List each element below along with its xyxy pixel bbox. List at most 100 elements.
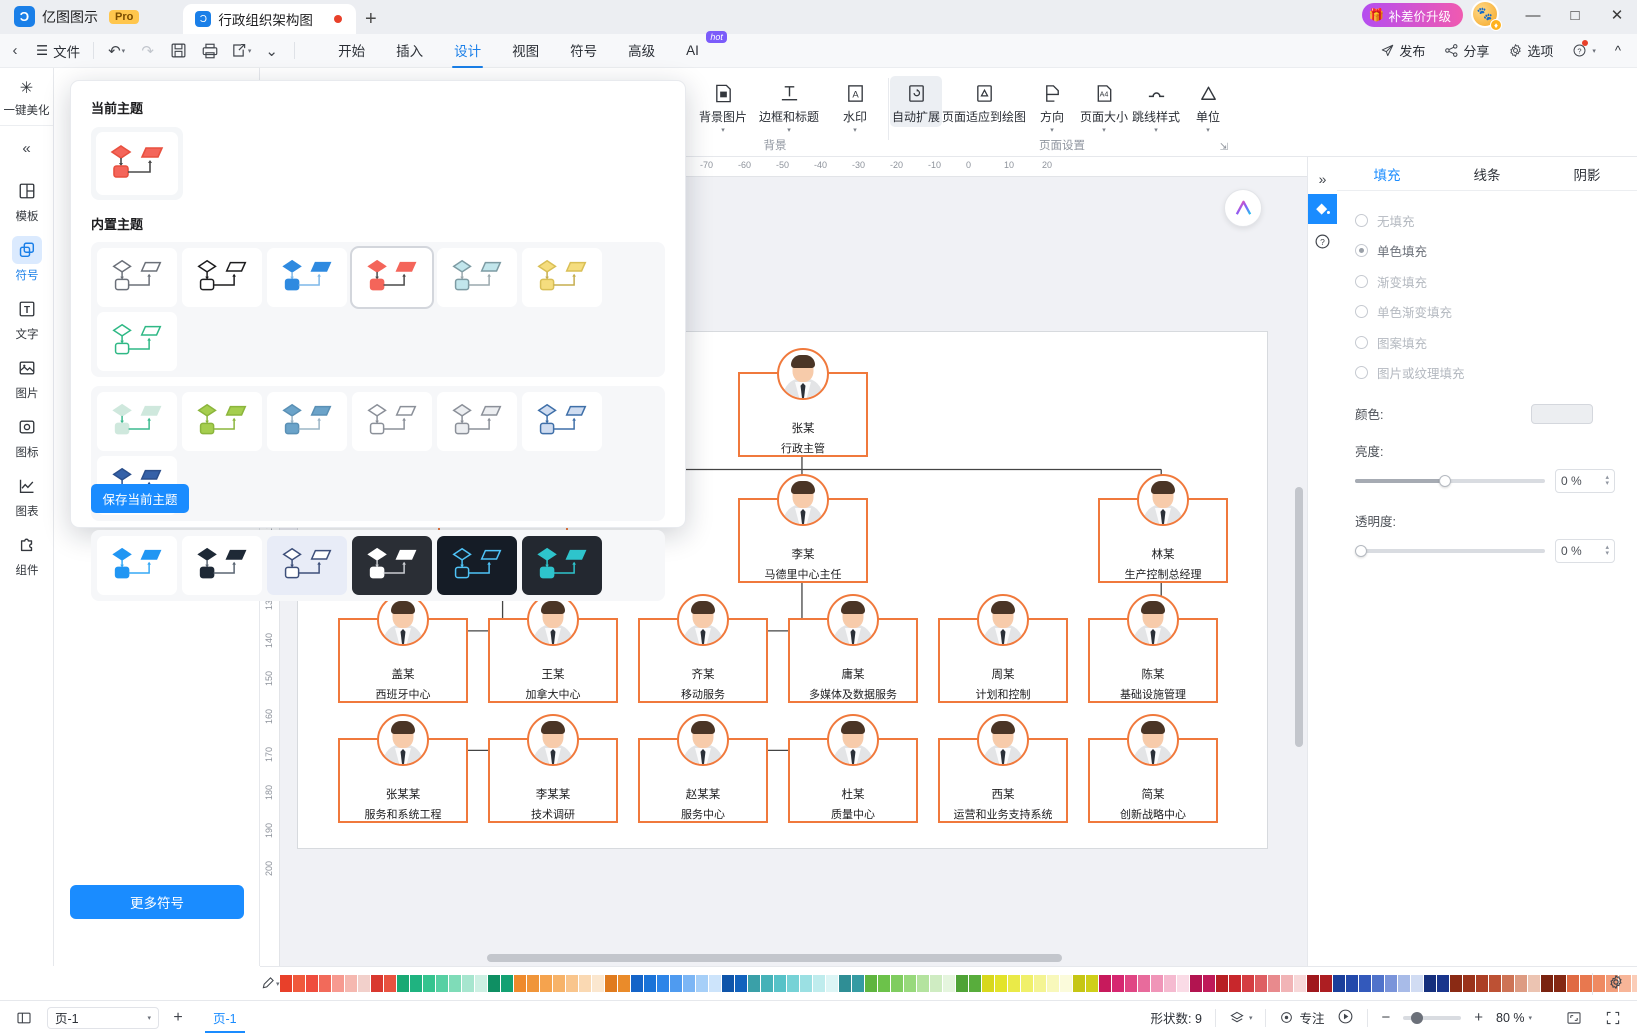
org-node[interactable]: 李某某 技术调研	[488, 714, 618, 823]
org-node[interactable]: 林某 生产控制总经理	[1098, 474, 1228, 583]
theme-option-steel-blue[interactable]	[267, 392, 347, 451]
color-swatch[interactable]	[1267, 975, 1280, 992]
color-swatch[interactable]	[565, 975, 578, 992]
opacity-stepper[interactable]: 0 % ▴ ▾	[1555, 539, 1615, 563]
sidebar-item-image[interactable]: 图片	[0, 347, 54, 406]
color-swatch[interactable]	[1241, 975, 1254, 992]
theme-option-dark-white[interactable]	[352, 536, 432, 595]
org-node[interactable]: 张某某 服务和系统工程	[338, 714, 468, 823]
color-swatch[interactable]	[305, 975, 318, 992]
sidebar-item-template[interactable]: 模板	[0, 170, 54, 229]
tab-start[interactable]: 开始	[324, 33, 379, 68]
color-swatch[interactable]	[1540, 975, 1553, 992]
color-swatch[interactable]	[500, 975, 513, 992]
color-swatch[interactable]	[487, 975, 500, 992]
color-swatch[interactable]	[682, 975, 695, 992]
page-tab-1[interactable]: 页-1	[205, 1003, 245, 1033]
ribbon-item-unit[interactable]: 单位 ▾	[1182, 76, 1234, 135]
document-tab[interactable]: Ɔ 行政组织架构图	[183, 4, 356, 34]
zoom-value-dropdown[interactable]: 80 % ▾	[1496, 1011, 1548, 1025]
upgrade-button[interactable]: 🎁 补差价升级	[1361, 3, 1463, 27]
color-swatch[interactable]	[552, 975, 565, 992]
color-swatch[interactable]	[1137, 975, 1150, 992]
color-swatch[interactable]	[968, 975, 981, 992]
canvas-vertical-scrollbar[interactable]	[1295, 487, 1303, 747]
color-swatch[interactable]	[1072, 975, 1085, 992]
ribbon-item-jump-line-style[interactable]: 跳线样式 ▾	[1130, 76, 1182, 135]
color-swatch[interactable]	[331, 975, 344, 992]
color-swatch[interactable]	[448, 975, 461, 992]
color-swatch[interactable]	[1514, 975, 1527, 992]
tab-insert[interactable]: 插入	[382, 33, 437, 68]
theme-option-white-outline[interactable]	[97, 248, 177, 307]
color-swatch[interactable]	[1345, 975, 1358, 992]
close-button[interactable]: ✕	[1597, 0, 1637, 30]
color-swatch[interactable]	[292, 975, 305, 992]
theme-option-outline-indigo[interactable]	[267, 536, 347, 595]
maximize-button[interactable]: □	[1555, 0, 1595, 30]
ribbon-item-page-size[interactable]: A4 页面大小 ▾	[1078, 76, 1130, 135]
color-swatch[interactable]	[578, 975, 591, 992]
ribbon-item-fit-page-to-drawing[interactable]: 页面适应到绘图	[942, 76, 1026, 127]
color-swatch[interactable]	[747, 975, 760, 992]
color-swatch[interactable]	[825, 975, 838, 992]
color-swatch[interactable]	[461, 975, 474, 992]
color-swatch[interactable]	[1592, 975, 1605, 992]
focus-mode-button[interactable]: 专注	[1279, 1008, 1324, 1027]
color-swatch[interactable]	[1384, 975, 1397, 992]
redo-button[interactable]: ↷	[132, 37, 163, 65]
theme-option-mint[interactable]	[97, 392, 177, 451]
color-swatch[interactable]	[539, 975, 552, 992]
org-node[interactable]: 赵某某 服务中心	[638, 714, 768, 823]
color-swatch[interactable]	[656, 975, 669, 992]
publish-button[interactable]: 发布	[1372, 37, 1433, 64]
color-swatch[interactable]	[344, 975, 357, 992]
theme-option-lime[interactable]	[182, 392, 262, 451]
color-swatch[interactable]	[1319, 975, 1332, 992]
fill-option-pattern[interactable]: 图案填充	[1355, 327, 1615, 358]
sidebar-item-text[interactable]: T 文字	[0, 288, 54, 347]
ribbon-item-watermark[interactable]: A 水印 ▾	[822, 76, 888, 135]
color-swatch[interactable]	[994, 975, 1007, 992]
print-button[interactable]	[194, 37, 225, 65]
layers-button[interactable]: ▾	[1229, 1010, 1252, 1026]
color-swatch[interactable]	[526, 975, 539, 992]
color-swatch[interactable]	[1176, 975, 1189, 992]
fullscreen-button[interactable]	[1600, 1005, 1626, 1031]
org-node[interactable]: 齐某 移动服务	[638, 594, 768, 703]
color-swatch[interactable]	[734, 975, 747, 992]
zoom-slider-knob[interactable]	[1411, 1011, 1424, 1024]
layout-view-icon[interactable]	[11, 1005, 37, 1031]
save-button[interactable]	[163, 37, 194, 65]
opacity-slider[interactable]	[1355, 545, 1545, 557]
options-button[interactable]: 选项	[1500, 37, 1561, 64]
color-swatch[interactable]	[370, 975, 383, 992]
sidebar-item-symbol[interactable]: 符号	[0, 229, 54, 288]
color-swatch[interactable]	[773, 975, 786, 992]
color-swatch[interactable]	[1033, 975, 1046, 992]
color-swatch[interactable]	[1358, 975, 1371, 992]
color-swatch[interactable]	[1449, 975, 1462, 992]
color-swatch[interactable]	[721, 975, 734, 992]
color-swatch-button[interactable]	[1531, 404, 1593, 424]
format-panel-collapse-button[interactable]: »	[1309, 165, 1336, 192]
color-swatch[interactable]	[604, 975, 617, 992]
add-page-button[interactable]: +	[165, 1005, 191, 1031]
color-swatch[interactable]	[1332, 975, 1345, 992]
color-swatch[interactable]	[1553, 975, 1566, 992]
fill-icon[interactable]	[1308, 194, 1337, 224]
theme-option-dark-navy[interactable]	[182, 536, 262, 595]
color-swatch[interactable]	[318, 975, 331, 992]
ribbon-item-background-image[interactable]: 背景图片 ▾	[690, 76, 756, 135]
color-swatch[interactable]	[383, 975, 396, 992]
color-swatch[interactable]	[760, 975, 773, 992]
color-swatch[interactable]	[942, 975, 955, 992]
color-swatch[interactable]	[1228, 975, 1241, 992]
tab-view[interactable]: 视图	[498, 33, 553, 68]
theme-option-blue[interactable]	[267, 248, 347, 307]
color-swatch[interactable]	[877, 975, 890, 992]
undo-button[interactable]: ↶ ▾	[101, 37, 132, 65]
color-swatch[interactable]	[513, 975, 526, 992]
color-swatch[interactable]	[695, 975, 708, 992]
ribbon-item-auto-expand[interactable]: 自动扩展	[890, 76, 942, 127]
